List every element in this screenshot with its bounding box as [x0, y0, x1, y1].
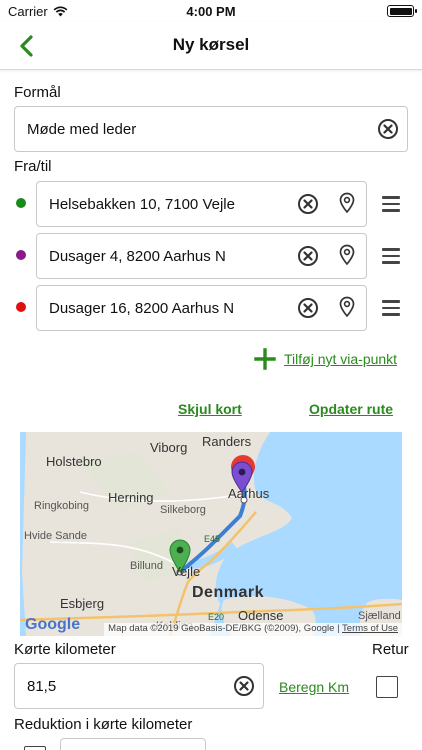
map-label-aarhus: Aarhus — [228, 486, 270, 501]
map-label-silkeborg: Silkeborg — [160, 504, 206, 516]
map-credit: Map data ©2019 GeoBasis-DE/BKG (©2009), … — [104, 623, 402, 636]
status-time: 4:00 PM — [186, 4, 236, 19]
map-label-herning: Herning — [108, 490, 154, 505]
route-map[interactable]: Randers Viborg Holstebro Aarhus Herning … — [20, 432, 402, 636]
map-label-esbjerg: Esbjerg — [60, 596, 105, 611]
return-checkbox[interactable] — [376, 676, 398, 698]
clear-purpose-icon[interactable] — [377, 118, 399, 140]
map-label-sjaelland: Sjælland — [358, 610, 401, 622]
page-title: Ny kørsel — [172, 35, 250, 54]
km-field[interactable]: 81,5 — [14, 663, 264, 709]
reorder-stop-2-icon[interactable] — [382, 248, 400, 264]
clear-stop-3-icon[interactable] — [297, 297, 319, 319]
route-stop-2-address: Dusager 4, 8200 Aarhus N — [49, 248, 226, 265]
map-label-odense: Odense — [238, 608, 284, 623]
google-logo: Google — [25, 616, 80, 634]
clear-stop-1-icon[interactable] — [297, 193, 319, 215]
map-label-vejle: Vejle — [172, 564, 201, 579]
plus-icon[interactable] — [254, 348, 276, 370]
reduction-label: Reduktion i kørte kilometer — [14, 716, 193, 733]
purpose-label: Formål — [14, 84, 61, 101]
route-stop-3-address: Dusager 16, 8200 Aarhus N — [49, 300, 235, 317]
map-label-viborg: Viborg — [150, 440, 188, 455]
location-pin-3-icon[interactable] — [338, 296, 356, 318]
add-via-point-link[interactable]: Tilføj nyt via-punkt — [284, 351, 397, 367]
km-label: Kørte kilometer — [14, 641, 116, 658]
reduction-field[interactable] — [60, 738, 206, 750]
calculate-km-link[interactable]: Beregn Km — [279, 679, 349, 695]
purpose-value: Møde med leder — [27, 121, 137, 138]
map-label-denmark: Denmark — [192, 584, 264, 601]
via-dot — [16, 250, 26, 260]
route-stop-3-field[interactable]: Dusager 16, 8200 Aarhus N — [36, 285, 367, 331]
map-label-ringkobing: Ringkobing — [34, 500, 90, 512]
map-label-hvide-sande: Hvide Sande — [24, 530, 87, 542]
end-dot — [16, 302, 26, 312]
battery-icon — [387, 5, 417, 17]
clear-km-icon[interactable] — [233, 675, 255, 697]
map-label-e45: E45 — [204, 534, 221, 544]
map-label-billund: Billund — [130, 560, 164, 572]
route-stop-1-address: Helsebakken 10, 7100 Vejle — [49, 196, 235, 213]
map-label-holstebro: Holstebro — [46, 454, 102, 469]
hide-map-link[interactable]: Skjul kort — [178, 401, 242, 417]
map-label-e20: E20 — [208, 612, 225, 622]
return-label: Retur — [372, 641, 409, 658]
route-label: Fra/til — [14, 158, 52, 175]
terms-of-use-link[interactable]: Terms of Use — [342, 623, 398, 634]
route-stop-1-field[interactable]: Helsebakken 10, 7100 Vejle — [36, 181, 367, 227]
status-bar: Carrier 4:00 PM — [0, 0, 422, 22]
update-route-link[interactable]: Opdater rute — [309, 401, 393, 417]
location-pin-2-icon[interactable] — [338, 244, 356, 266]
purpose-field[interactable]: Møde med leder — [14, 106, 408, 152]
location-pin-1-icon[interactable] — [338, 192, 356, 214]
map-data-credit: Map data ©2019 GeoBasis-DE/BKG (©2009), … — [108, 623, 335, 634]
km-value: 81,5 — [27, 678, 57, 695]
start-dot — [16, 198, 26, 208]
reorder-stop-1-icon[interactable] — [382, 196, 400, 212]
map-label-randers: Randers — [202, 434, 252, 449]
route-stop-2-field[interactable]: Dusager 4, 8200 Aarhus N — [36, 233, 367, 279]
clear-stop-2-icon[interactable] — [297, 245, 319, 267]
navigation-bar: Ny kørsel — [0, 22, 422, 70]
reorder-stop-3-icon[interactable] — [382, 300, 400, 316]
google-logo-text: Google — [25, 616, 81, 633]
reduction-checkbox[interactable] — [24, 746, 46, 750]
